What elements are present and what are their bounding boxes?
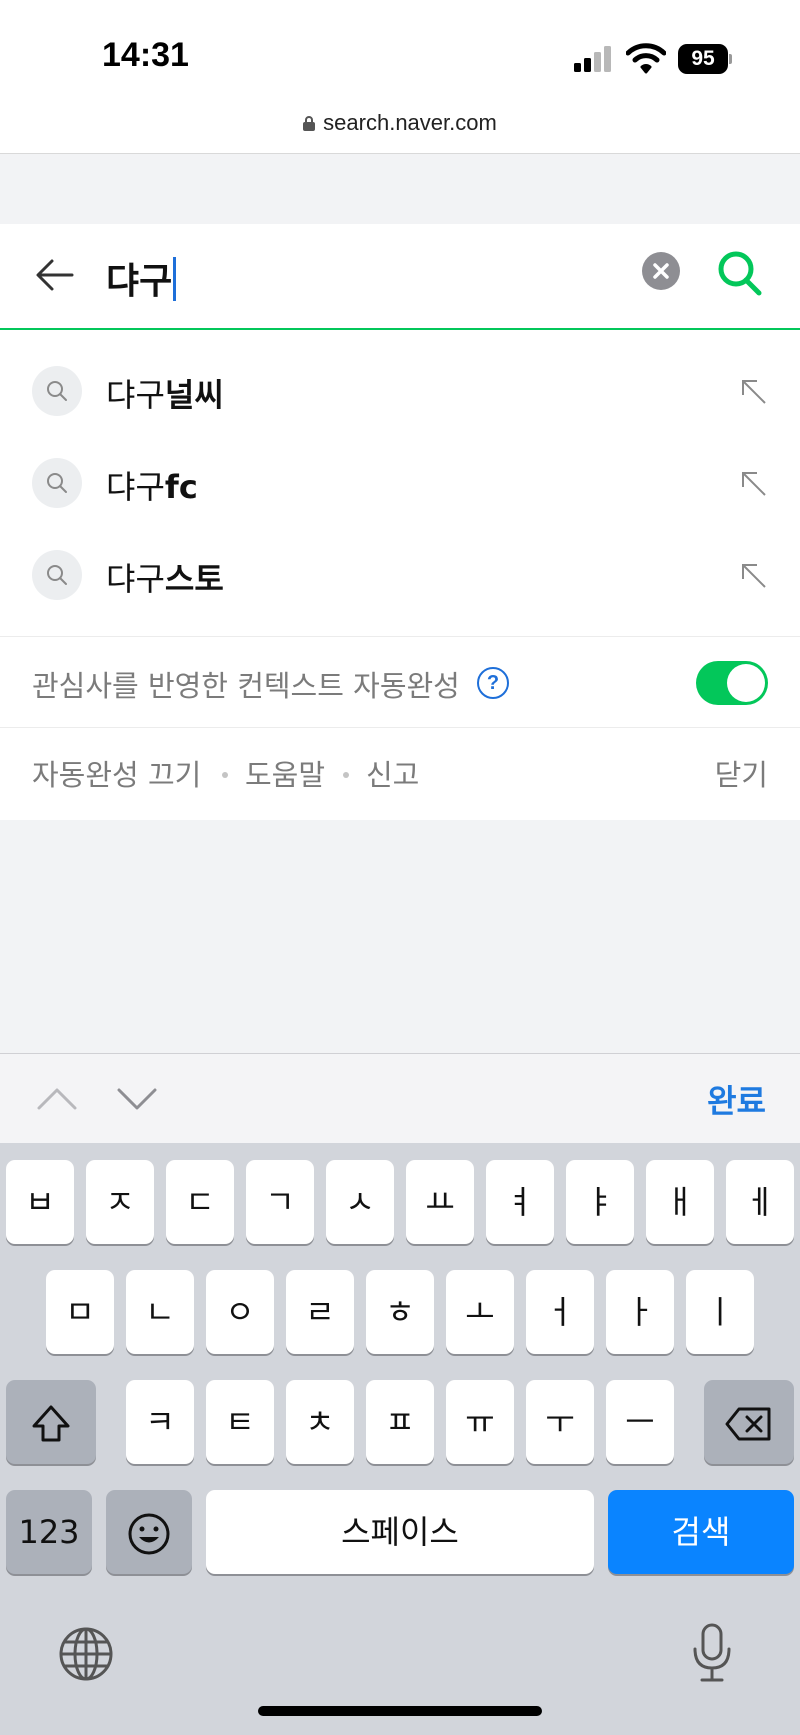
key[interactable]: ㄹ [286, 1270, 354, 1354]
key[interactable]: ㅠ [446, 1380, 514, 1464]
status-bar: 14:31 95 [0, 0, 800, 100]
korean-keyboard: ㅂ ㅈ ㄷ ㄱ ㅅ ㅛ ㅕ ㅑ ㅐ ㅔ ㅁ ㄴ ㅇ ㄹ ㅎ ㅗ ㅓ ㅏ ㅣ ㅋ … [0, 1143, 800, 1735]
suggestion-item[interactable]: 댜구널씨 [0, 330, 800, 422]
numbers-key[interactable]: 123 [6, 1490, 92, 1574]
key[interactable]: ㅁ [46, 1270, 114, 1354]
backspace-icon [725, 1407, 771, 1441]
home-indicator [258, 1706, 542, 1716]
key[interactable]: ㅍ [366, 1380, 434, 1464]
search-bar: 댜구 [0, 224, 800, 330]
fill-query-arrow-icon[interactable] [738, 560, 768, 590]
fill-query-arrow-icon[interactable] [738, 468, 768, 498]
battery-cap [729, 54, 732, 64]
emoji-key[interactable] [106, 1490, 192, 1574]
close-link[interactable]: 닫기 [715, 752, 768, 794]
key[interactable]: ㅣ [686, 1270, 754, 1354]
suggestion-item[interactable]: 댜구스토 [0, 514, 800, 606]
key[interactable]: ㅐ [646, 1160, 714, 1244]
key[interactable]: ㅗ [446, 1270, 514, 1354]
page-background [0, 820, 800, 1053]
backspace-key[interactable] [704, 1380, 794, 1464]
suggestion-search-icon [32, 550, 82, 600]
battery-level: 95 [678, 44, 728, 74]
chevron-down-icon[interactable] [116, 1078, 158, 1120]
key[interactable]: ㅊ [286, 1380, 354, 1464]
key[interactable]: ㅈ [86, 1160, 154, 1244]
search-input[interactable]: 댜구 [106, 252, 177, 304]
status-time: 14:31 [102, 36, 189, 74]
suggestion-text: 댜구스토 [106, 560, 224, 598]
emoji-icon [128, 1513, 170, 1555]
search-button-icon[interactable] [714, 248, 764, 298]
key[interactable]: ㅂ [6, 1160, 74, 1244]
fill-query-arrow-icon[interactable] [738, 376, 768, 406]
key[interactable]: ㄷ [166, 1160, 234, 1244]
key[interactable]: ㅔ [726, 1160, 794, 1244]
key[interactable]: ㅑ [566, 1160, 634, 1244]
search-query-text: 댜구 [106, 261, 173, 302]
key[interactable]: ㅡ [606, 1380, 674, 1464]
close-icon [653, 263, 669, 279]
url-display[interactable]: search.naver.com [0, 110, 800, 136]
done-button[interactable]: 완료 [707, 1076, 766, 1122]
key[interactable]: ㅋ [126, 1380, 194, 1464]
suggestion-search-icon [32, 458, 82, 508]
keyboard-accessory-bar: 완료 [0, 1053, 800, 1143]
battery-indicator: 95 [678, 44, 732, 74]
key[interactable]: ㅎ [366, 1270, 434, 1354]
key[interactable]: ㄴ [126, 1270, 194, 1354]
back-arrow-icon[interactable] [34, 254, 76, 296]
key[interactable]: ㅌ [206, 1380, 274, 1464]
help-icon[interactable]: ? [477, 667, 509, 699]
separator-dot [222, 772, 228, 778]
key[interactable]: ㅇ [206, 1270, 274, 1354]
microphone-icon[interactable] [690, 1622, 734, 1684]
separator-dot [343, 772, 349, 778]
text-cursor [173, 257, 177, 301]
context-autocomplete-toggle[interactable] [696, 661, 768, 705]
shift-key[interactable] [6, 1380, 96, 1464]
key[interactable]: ㅕ [486, 1160, 554, 1244]
key[interactable]: ㅓ [526, 1270, 594, 1354]
shift-icon [32, 1405, 70, 1442]
key[interactable]: ㅛ [406, 1160, 474, 1244]
space-key[interactable]: 스페이스 [206, 1490, 594, 1574]
context-autocomplete-row: 관심사를 반영한 컨텍스트 자동완성 ? [0, 636, 800, 728]
suggestion-item[interactable]: 댜구fc [0, 422, 800, 514]
key[interactable]: ㅜ [526, 1380, 594, 1464]
globe-icon[interactable] [58, 1626, 114, 1682]
suggestion-search-icon [32, 366, 82, 416]
search-key[interactable]: 검색 [608, 1490, 794, 1574]
report-link[interactable]: 신고 [366, 752, 419, 794]
suggestion-text: 댜구널씨 [106, 376, 224, 414]
autocomplete-off-link[interactable]: 자동완성 끄기 [32, 752, 201, 794]
clear-button[interactable] [642, 252, 680, 290]
key[interactable]: ㅏ [606, 1270, 674, 1354]
url-text: search.naver.com [323, 110, 497, 135]
chevron-up-icon[interactable] [36, 1078, 78, 1120]
cellular-signal-icon [574, 46, 611, 72]
context-autocomplete-label: 관심사를 반영한 컨텍스트 자동완성 [32, 669, 460, 703]
autocomplete-footer: 자동완성 끄기 도움말 신고 닫기 [0, 728, 800, 820]
toggle-knob [727, 664, 765, 702]
header-spacer [0, 154, 800, 224]
browser-url-bar[interactable]: search.naver.com [0, 100, 800, 154]
suggestion-text: 댜구fc [106, 468, 198, 506]
key[interactable]: ㅅ [326, 1160, 394, 1244]
lock-icon [303, 116, 316, 131]
key[interactable]: ㄱ [246, 1160, 314, 1244]
wifi-icon [626, 43, 666, 74]
help-link[interactable]: 도움말 [245, 752, 325, 794]
suggestion-list: 댜구널씨 댜구fc 댜구스토 [0, 330, 800, 606]
